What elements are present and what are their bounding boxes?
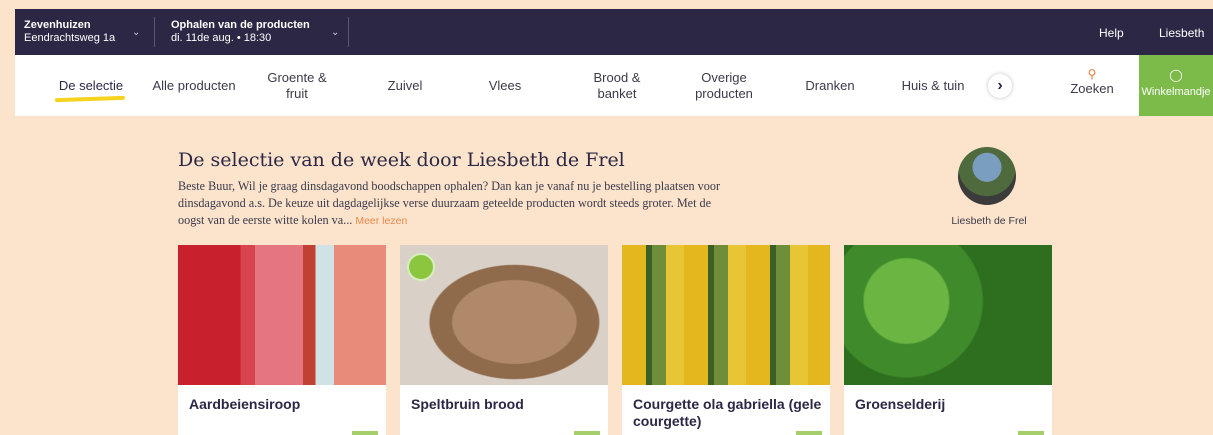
search-button[interactable]: ⚲ Zoeken bbox=[1052, 55, 1132, 116]
pickup-datetime: di. 11de aug. • 18:30 bbox=[171, 32, 272, 44]
nav-item-de-selectie[interactable]: De selectie bbox=[48, 55, 134, 116]
product-tag bbox=[574, 431, 600, 435]
chevron-right-icon[interactable]: › bbox=[988, 74, 1012, 98]
help-link[interactable]: Help bbox=[1099, 26, 1124, 40]
author-name: Liesbeth de Frel bbox=[951, 215, 1027, 227]
product-name: Speltbruin brood bbox=[411, 396, 524, 412]
product-tag bbox=[796, 431, 822, 435]
product-image bbox=[622, 245, 830, 385]
organic-badge-icon bbox=[407, 253, 435, 281]
product-name: Groenselderij bbox=[855, 396, 946, 412]
nav-item-dranken[interactable]: Dranken bbox=[795, 55, 865, 116]
product-name: Aardbeiensiroop bbox=[189, 396, 301, 412]
nav-item-brood-banket[interactable]: Brood & banket bbox=[582, 55, 652, 116]
avatar[interactable] bbox=[958, 147, 1016, 205]
cart-label: Winkelmandje bbox=[1141, 86, 1211, 98]
read-more-link[interactable]: Meer lezen bbox=[355, 215, 407, 227]
intro-text: Beste Buur, Wil je graag dinsdagavond bo… bbox=[178, 179, 720, 227]
nav-item-alle-producten[interactable]: Alle producten bbox=[143, 55, 245, 116]
nav-item-overige-producten[interactable]: Overige producten bbox=[683, 55, 765, 116]
search-label: Zoeken bbox=[1070, 81, 1114, 96]
product-card[interactable]: Courgette ola gabriella (gele courgette) bbox=[622, 245, 830, 435]
nav-item-vlees[interactable]: Vlees bbox=[480, 55, 530, 116]
page-title: De selectie van de week door Liesbeth de… bbox=[178, 149, 625, 171]
category-nav: De selectie Alle producten Groente & fru… bbox=[15, 55, 1213, 116]
chevron-down-icon[interactable]: ⌄ bbox=[132, 27, 140, 38]
cart-button[interactable]: ◯ Winkelmandje bbox=[1139, 55, 1213, 116]
location-title: Zevenhuizen bbox=[24, 19, 91, 31]
top-bar: Zevenhuizen Eendrachtsweg 1a ⌄ Ophalen v… bbox=[15, 9, 1213, 55]
product-tag bbox=[352, 431, 378, 435]
search-icon: ⚲ bbox=[1087, 67, 1097, 81]
product-card[interactable]: Speltbruin brood bbox=[400, 245, 608, 435]
product-card[interactable]: Aardbeiensiroop bbox=[178, 245, 386, 435]
product-name: Courgette ola gabriella (gele courgette) bbox=[633, 396, 822, 429]
product-card[interactable]: Groenselderij bbox=[844, 245, 1052, 435]
nav-item-huis-tuin[interactable]: Huis & tuin bbox=[893, 55, 973, 116]
product-image bbox=[844, 245, 1052, 385]
location-address: Eendrachtsweg 1a bbox=[24, 32, 116, 44]
pickup-title: Ophalen van de producten bbox=[171, 19, 310, 31]
nav-item-zuivel[interactable]: Zuivel bbox=[375, 55, 435, 116]
pickup-selector[interactable]: Ophalen van de producten di. 11de aug. •… bbox=[171, 19, 310, 45]
product-tag bbox=[1018, 431, 1044, 435]
user-menu[interactable]: Liesbeth bbox=[1159, 26, 1204, 40]
product-image bbox=[178, 245, 386, 385]
basket-icon: ◯ bbox=[1169, 68, 1183, 82]
divider bbox=[154, 17, 155, 47]
location-selector[interactable]: Zevenhuizen Eendrachtsweg 1a bbox=[24, 19, 115, 45]
nav-item-groente-fruit[interactable]: Groente & fruit bbox=[258, 55, 336, 116]
divider bbox=[348, 17, 349, 47]
chevron-down-icon[interactable]: ⌄ bbox=[331, 27, 339, 38]
selection-intro: Beste Buur, Wil je graag dinsdagavond bo… bbox=[178, 178, 738, 230]
